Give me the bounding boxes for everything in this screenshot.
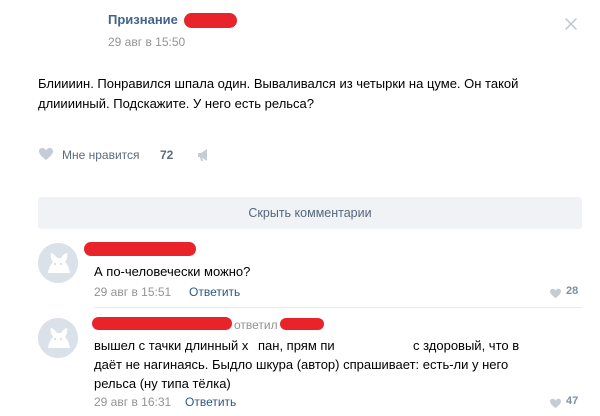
reply-button[interactable]: Ответить — [185, 395, 236, 409]
redaction-mark — [92, 317, 232, 330]
heart-icon[interactable] — [549, 286, 562, 299]
comment-text-line-1b: пан, прям пи — [258, 338, 335, 353]
megaphone-icon[interactable] — [196, 148, 212, 162]
divider — [94, 307, 582, 308]
avatar[interactable] — [38, 318, 78, 358]
redaction-mark — [280, 318, 324, 330]
like-label[interactable]: Мне нравится — [62, 148, 140, 162]
comment-text-line-2: даёт не нагинаясь. Быдло шкура (автор) с… — [94, 357, 509, 372]
redaction-mark — [184, 13, 237, 28]
comment-date[interactable]: 29 авг в 15:51 — [94, 285, 171, 299]
comment-like-count[interactable]: 47 — [566, 395, 578, 407]
post-text-line-2: длииииный. Подскажите. У него есть рельс… — [38, 96, 315, 111]
reply-button[interactable]: Ответить — [189, 285, 240, 299]
comment-date[interactable]: 29 авг в 16:31 — [94, 395, 171, 409]
more-options-icon[interactable] — [563, 16, 579, 32]
comment-text: А по-человечески можно? — [94, 264, 251, 279]
reply-to-label: ответил — [234, 318, 278, 332]
heart-icon[interactable] — [38, 147, 54, 161]
hide-comments-button[interactable]: Скрыть комментарии — [38, 197, 582, 229]
comment-text-line-3: рельса (ну типа тёлка) — [94, 376, 231, 391]
comment-text-line-1c: с здоровый, что в — [413, 338, 520, 353]
heart-icon[interactable] — [549, 396, 562, 409]
post-author[interactable]: Признание — [108, 12, 178, 27]
avatar[interactable] — [38, 243, 78, 283]
post-text-line-1: Блиииин. Понравился шпала один. Вывалива… — [38, 76, 519, 91]
comment-like-count[interactable]: 28 — [566, 285, 578, 297]
comment-text-line-1a: вышел с тачки длинный х — [94, 338, 249, 353]
like-count[interactable]: 72 — [160, 148, 173, 162]
post-date[interactable]: 29 авг в 15:50 — [108, 35, 185, 49]
redaction-mark — [84, 242, 196, 256]
